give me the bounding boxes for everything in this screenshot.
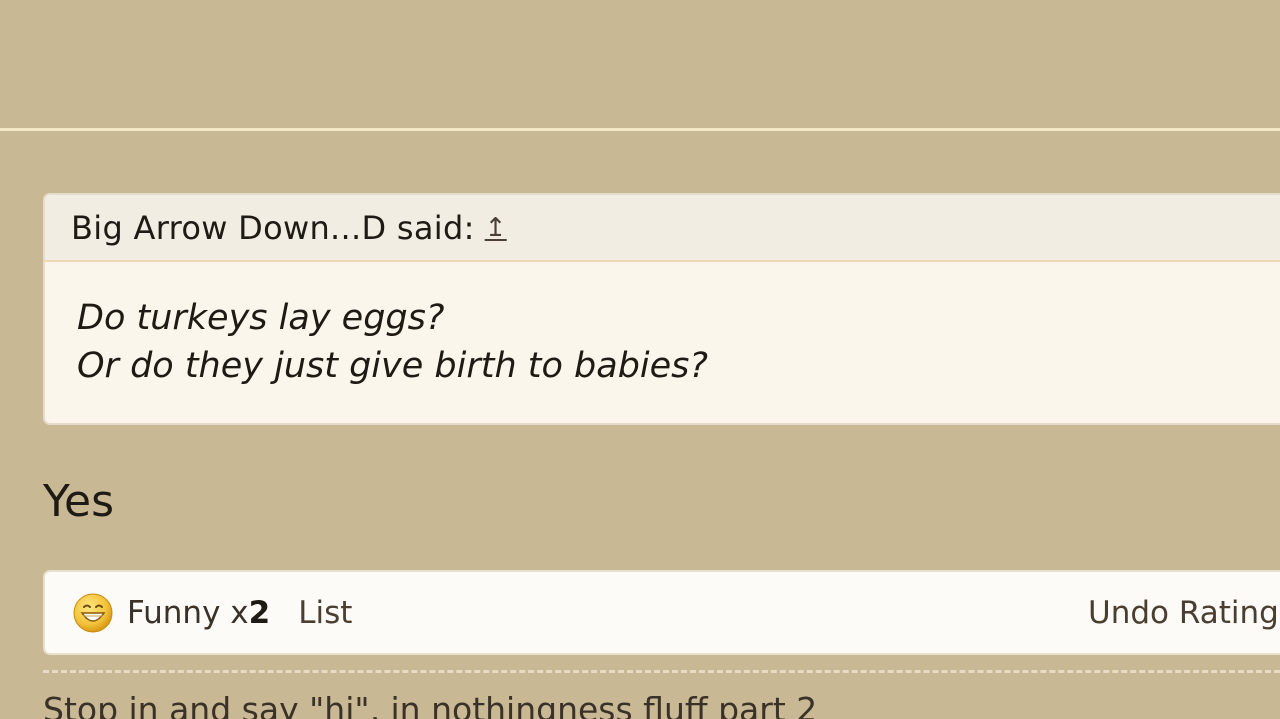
funny-smiley-icon [73,593,113,632]
undo-rating-link[interactable]: Undo Rating [1088,595,1279,631]
rating-count[interactable]: 2 [249,595,271,631]
header-divider [0,128,1280,131]
ratings-bar: Funny x 2 List Undo Rating [43,570,1280,655]
signature-divider [43,670,1280,673]
forum-page: Big Arrow Down...D said: ↥ Do turkeys la… [0,0,1280,719]
quote-line: Do turkeys lay eggs? [77,298,445,338]
ratings-list-link[interactable]: List [298,595,352,631]
signature-link[interactable]: Stop in and say "hi", in nothingness flu… [43,690,817,719]
reply-text: Yes [43,476,115,527]
jump-to-post-icon[interactable]: ↥ [485,213,507,243]
rating-label[interactable]: Funny x [127,595,249,631]
quote-line: Or do they just give birth to babies? [77,346,708,386]
quote-block: Big Arrow Down...D said: ↥ Do turkeys la… [43,193,1280,425]
quote-header: Big Arrow Down...D said: ↥ [45,195,1280,262]
quote-body: Do turkeys lay eggs? Or do they just giv… [45,262,1280,390]
quote-author: Big Arrow Down...D said: [71,208,475,247]
